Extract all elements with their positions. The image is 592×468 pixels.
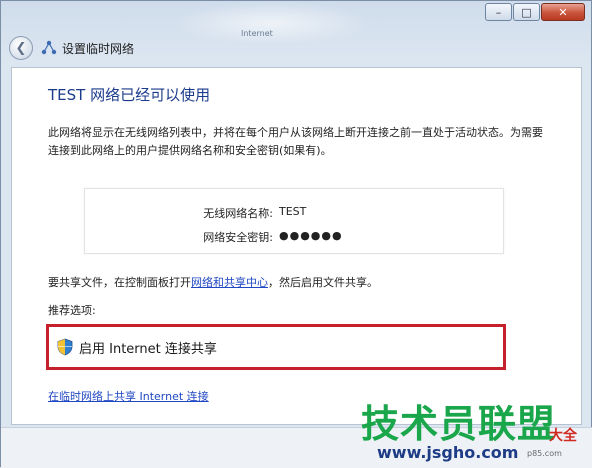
watermark-main: 技术员联盟 <box>361 402 557 446</box>
dialog-window: Internet – □ ✕ ❮ 设置临时网络 TEST 网络已经可以使用 此网… <box>0 0 592 468</box>
share-prefix: 要共享文件，在控制面板打开 <box>48 276 191 289</box>
network-name-value: TEST <box>279 205 307 218</box>
maximize-button[interactable]: □ <box>513 3 540 21</box>
watermark: 技术员联盟 大全 www.jsgho.com p85.com <box>361 393 587 465</box>
back-arrow-icon: ❮ <box>15 40 27 56</box>
background-caption-area: Internet <box>171 1 371 45</box>
shield-icon <box>57 338 73 356</box>
network-info-box: 无线网络名称: TEST 网络安全密钥: ●●●●●● <box>84 188 504 254</box>
close-button[interactable]: ✕ <box>541 3 585 21</box>
caption-buttons: – □ ✕ <box>484 3 585 21</box>
nav-title: 设置临时网络 <box>62 41 135 56</box>
watermark-url-small: p85.com <box>527 449 562 458</box>
navigation-bar: ❮ 设置临时网络 <box>9 35 134 61</box>
share-suffix: ，然后启用文件共享。 <box>268 276 378 289</box>
back-button[interactable]: ❮ <box>9 36 33 60</box>
content-panel: TEST 网络已经可以使用 此网络将显示在无线网络列表中，并将在每个用户从该网络… <box>11 67 582 425</box>
share-internet-link[interactable]: 在临时网络上共享 Internet 连接 <box>48 388 209 404</box>
network-sharing-center-link[interactable]: 网络和共享中心 <box>191 276 268 289</box>
watermark-suffix: 大全 <box>549 428 577 444</box>
recommended-options-label: 推荐选项: <box>48 304 96 317</box>
network-name-label: 无线网络名称: <box>203 207 273 220</box>
enable-ics-label: 启用 Internet 连接共享 <box>79 341 217 357</box>
enable-ics-option[interactable]: 启用 Internet 连接共享 <box>46 324 506 370</box>
watermark-url: www.jsgho.com <box>377 443 519 462</box>
security-key-value: ●●●●●● <box>279 229 343 242</box>
page-title: TEST 网络已经可以使用 <box>48 86 211 104</box>
file-sharing-hint: 要共享文件，在控制面板打开网络和共享中心，然后启用文件共享。 <box>48 274 378 290</box>
description-text: 此网络将显示在无线网络列表中，并将在每个用户从该网络上断开连接之前一直处于活动状… <box>48 126 543 157</box>
minimize-button[interactable]: – <box>485 3 512 21</box>
security-key-label: 网络安全密钥: <box>203 231 273 244</box>
background-caption: Internet <box>241 29 273 38</box>
network-icon <box>41 40 57 55</box>
